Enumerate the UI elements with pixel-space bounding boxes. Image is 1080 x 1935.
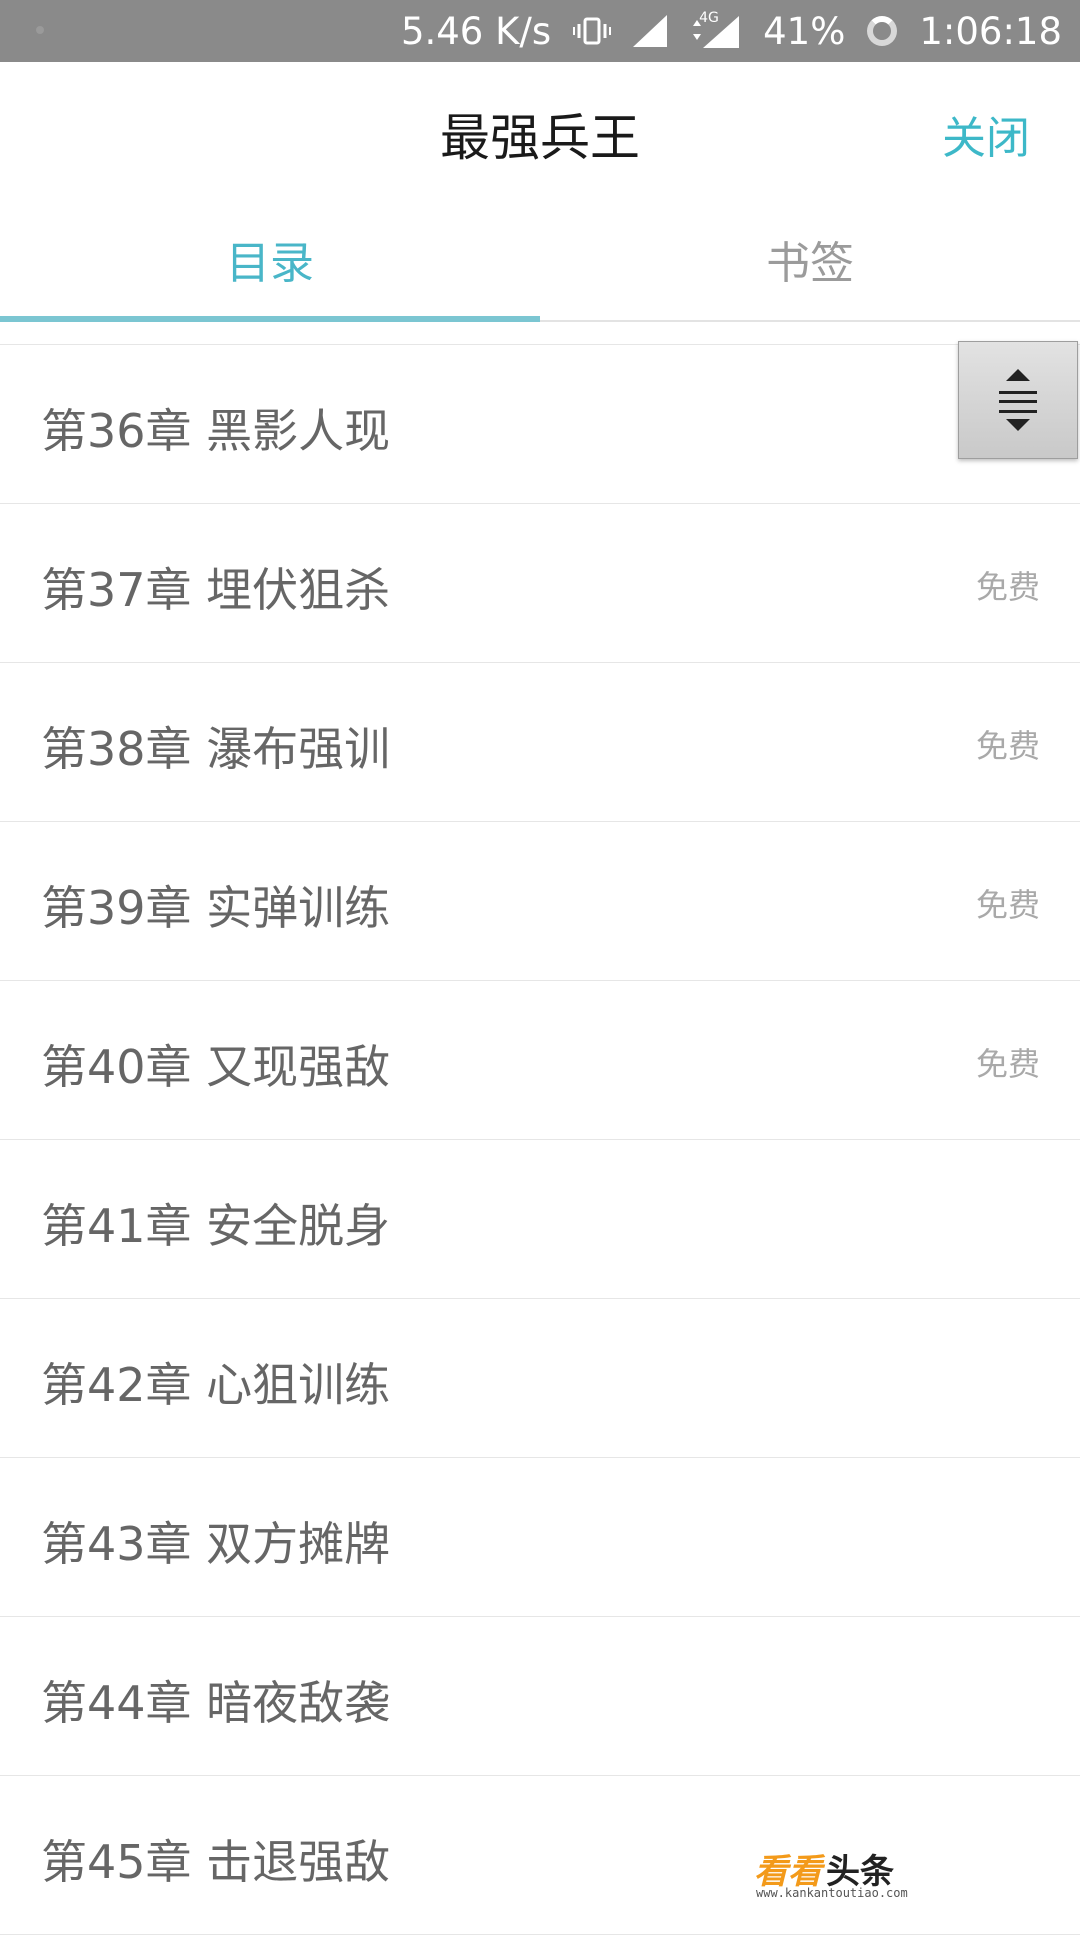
list-item[interactable]: 第38章 瀑布强训 免费: [0, 663, 1080, 822]
page-title: 最强兵王: [440, 109, 640, 167]
fast-scroll-handle[interactable]: [958, 341, 1078, 459]
chapter-list: 第36章 黑影人现 免费 第37章 埋伏狙杀 免费 第38章 瀑布强训 免费 第…: [0, 344, 1080, 1935]
list-item[interactable]: 第42章 心狙训练: [0, 1299, 1080, 1458]
chapter-title: 第41章 安全脱身: [41, 1199, 391, 1253]
close-button[interactable]: 关闭: [942, 102, 1030, 166]
list-item[interactable]: 第44章 暗夜敌袭: [0, 1617, 1080, 1776]
mobile-data-icon: 4G: [689, 10, 741, 48]
free-badge: 免费: [975, 886, 1040, 924]
chapter-title: 第42章 心狙训练: [41, 1358, 391, 1412]
chapter-title: 第38章 瀑布强训: [41, 722, 391, 776]
chapter-title: 第37章 埋伏狙杀: [41, 563, 391, 617]
list-item[interactable]: 第37章 埋伏狙杀 免费: [0, 504, 1080, 663]
drag-lines-icon: [999, 391, 1037, 413]
list-item[interactable]: 第36章 黑影人现 免费: [0, 345, 1080, 504]
list-item[interactable]: 第39章 实弹训练 免费: [0, 822, 1080, 981]
header: 最强兵王 关闭: [0, 62, 1080, 197]
chapter-title: 第39章 实弹训练: [41, 881, 391, 935]
free-badge: 免费: [975, 1045, 1040, 1083]
notification-dot-icon: [36, 26, 44, 34]
chapter-title: 第36章 黑影人现: [41, 404, 391, 458]
list-item[interactable]: 第40章 又现强敌 免费: [0, 981, 1080, 1140]
arrow-up-icon: [1006, 369, 1030, 381]
tab-bar: 目录 书签: [0, 197, 1080, 322]
free-badge: 免费: [975, 727, 1040, 765]
arrow-down-icon: [1006, 419, 1030, 431]
free-badge: 免费: [975, 568, 1040, 606]
chapter-title: 第45章 击退强敌: [41, 1835, 391, 1889]
watermark-logo: 看看 头条 www.kankantoutiao.com: [754, 1844, 954, 1900]
battery-icon: [867, 16, 898, 46]
list-item[interactable]: 第41章 安全脱身: [0, 1140, 1080, 1299]
watermark-url: www.kankantoutiao.com: [756, 1886, 908, 1900]
network-type: 4G: [699, 10, 719, 26]
network-speed: 5.46 K/s: [400, 9, 552, 53]
chapter-title: 第44章 暗夜敌袭: [41, 1676, 391, 1730]
clock: 1:06:18: [919, 9, 1062, 53]
vibrate-icon: [573, 16, 612, 46]
status-bar: 5.46 K/s 4G 41% 1:06:18: [0, 0, 1080, 62]
battery-percent: 41%: [763, 9, 846, 53]
signal-icon: [633, 15, 668, 47]
chapter-title: 第43章 双方摊牌: [41, 1517, 391, 1571]
tab-contents[interactable]: 目录: [0, 197, 540, 322]
list-item[interactable]: 第43章 双方摊牌: [0, 1458, 1080, 1617]
tab-bookmarks[interactable]: 书签: [540, 197, 1080, 320]
chapter-title: 第40章 又现强敌: [41, 1040, 391, 1094]
